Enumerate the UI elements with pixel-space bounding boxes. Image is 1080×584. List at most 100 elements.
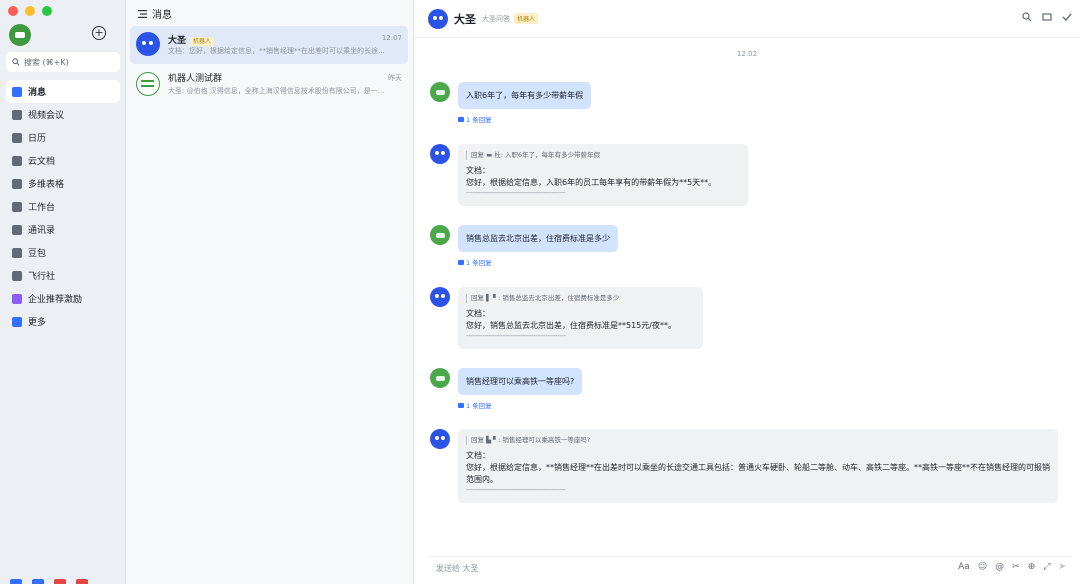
conversation-item[interactable]: 机器人测试群 昨天 大圣: @伯格 汉得信息，全称上海汉得信息技术股份有限公司，…: [130, 66, 408, 104]
bot-answer: 您好，根据给定信息，**销售经理**在出差时可以乘坐的长途交通工具包括：普通火车…: [466, 463, 1050, 484]
search-input[interactable]: 搜索 (⌘+K): [6, 52, 120, 72]
bot-label: 文档：: [466, 451, 490, 460]
scissors-icon[interactable]: ✂: [1012, 562, 1020, 572]
conversation-list-title: 消息: [152, 10, 172, 21]
minimize-window-button[interactable]: [25, 6, 35, 16]
sidebar-item[interactable]: 通讯录: [6, 218, 120, 241]
sidebar-item[interactable]: 飞行社: [6, 264, 120, 287]
replies-link[interactable]: 1 条回复: [458, 400, 492, 410]
reply-icon: [458, 259, 464, 265]
time-separator: 12:02: [736, 50, 758, 58]
sidebar-item[interactable]: 多维表格: [6, 172, 120, 195]
avatar-eye: [441, 151, 445, 155]
search-icon[interactable]: [1022, 12, 1032, 22]
maximize-window-button[interactable]: [42, 6, 52, 16]
user-avatar[interactable]: [9, 24, 31, 46]
conversation-time: 12:07: [381, 33, 402, 42]
sidebar: + 搜索 (⌘+K) 消息视频会议日历云文档 多维表格工作台通讯录豆包飞行社企业推…: [0, 0, 126, 584]
user-bubble[interactable]: 销售经理可以乘高铁一等座吗?: [458, 368, 583, 395]
sidebar-item-label: 视频会议: [28, 111, 65, 121]
user-message: 入职6年了，每年有多少带薪年假: [430, 82, 592, 109]
user-message: 销售总监去北京出差，住宿费标准是多少: [430, 225, 618, 252]
chat-subtitle: 大圣问答: [482, 14, 510, 23]
search-placeholder: 搜索 (⌘+K): [24, 57, 69, 67]
sidebar-item[interactable]: 企业推荐激励: [6, 287, 120, 310]
replies-link[interactable]: 1 条回复: [458, 114, 492, 124]
send-icon[interactable]: ➤: [1058, 562, 1066, 572]
bot-avatar[interactable]: [430, 287, 450, 307]
sidebar-item-label: 飞行社: [28, 272, 56, 282]
emoji-icon[interactable]: ☺: [978, 562, 987, 572]
bot-answer: 您好，根据给定信息，入职6年的员工每年享有的带薪年假为**5天**。: [466, 178, 717, 187]
sidebar-item-label: 通讯录: [28, 226, 56, 236]
bottom-app-icon[interactable]: [54, 579, 66, 584]
close-window-button[interactable]: [8, 6, 18, 16]
expand-icon[interactable]: ⤢: [1043, 562, 1050, 572]
conversation-preview: 大圣: @伯格 汉得信息，全称上海汉得信息技术股份有限公司，是一...: [168, 87, 385, 95]
replies-count: 1 条回复: [466, 402, 492, 410]
bot-avatar[interactable]: [428, 8, 448, 29]
sidebar-item[interactable]: 日历: [6, 126, 120, 149]
replies-link[interactable]: 1 条回复: [458, 257, 492, 267]
reply-quote: 回复 ▬ 杜: 入职6年了，每年有多少带薪年假: [466, 151, 740, 160]
contacts-icon: [12, 224, 22, 235]
conversation-preview: 文档：您好，根据给定信息，**销售经理**在出差时可以乘坐的长途...: [168, 47, 385, 55]
bottom-app-icon[interactable]: [76, 579, 88, 584]
user-message: 销售经理可以乘高铁一等座吗?: [430, 368, 583, 395]
add-icon[interactable]: +: [92, 26, 106, 40]
mention-icon[interactable]: @: [995, 562, 1004, 572]
user-bubble[interactable]: 入职6年了，每年有多少带薪年假: [458, 82, 592, 109]
sidebar-bottom-icons: [10, 579, 88, 584]
avatar-eye: [441, 294, 445, 298]
table-icon: [12, 178, 22, 189]
reply-quote: 回复 ▙ ▘: 销售经理可以乘高铁一等座吗?: [466, 436, 1050, 445]
sidebar-item[interactable]: 消息: [6, 80, 120, 103]
avatar-eye: [435, 436, 439, 440]
sidebar-item[interactable]: 云文档: [6, 149, 120, 172]
plus-icon[interactable]: ⊕: [1028, 562, 1036, 572]
replies-count: 1 条回复: [466, 259, 492, 267]
sidebar-item[interactable]: 豆包: [6, 241, 120, 264]
bot-avatar[interactable]: [430, 144, 450, 164]
sidebar-item[interactable]: 工作台: [6, 195, 120, 218]
bot-message: 回复 ▌ ▘: 销售总监去北京出差，住宿费标准是多少 文档： 您好，销售总监去北…: [430, 287, 703, 349]
sidebar-nav: 消息视频会议日历云文档 多维表格工作台通讯录豆包飞行社企业推荐激励 更多: [6, 80, 120, 333]
chat-history-icon[interactable]: [1042, 12, 1052, 22]
avatar-eye: [441, 436, 445, 440]
bot-divider: ----------------------------------------…: [466, 189, 566, 197]
bot-bubble[interactable]: 回复 ▙ ▘: 销售经理可以乘高铁一等座吗? 文档： 您好，根据给定信息，**销…: [458, 429, 1058, 503]
avatar-eye: [435, 151, 439, 155]
sidebar-item[interactable]: 更多: [6, 310, 120, 333]
check-icon[interactable]: [1062, 12, 1072, 22]
message-icon: [12, 86, 22, 97]
sidebar-item-label: 日历: [28, 134, 47, 144]
community-icon: [12, 270, 22, 281]
bot-bubble[interactable]: 回复 ▌ ▘: 销售总监去北京出差，住宿费标准是多少 文档： 您好，销售总监去北…: [458, 287, 703, 349]
more-icon: [12, 316, 22, 327]
bot-divider: ----------------------------------------…: [466, 332, 566, 340]
format-text-icon[interactable]: Aa: [958, 562, 970, 572]
user-avatar[interactable]: [430, 368, 450, 388]
message-input[interactable]: 发送给 大圣 Aa ☺ @ ✂ ⊕ ⤢ ➤: [428, 556, 1072, 580]
user-avatar[interactable]: [430, 225, 450, 245]
bottom-app-icon[interactable]: [32, 579, 44, 584]
sidebar-item-label: 工作台: [28, 203, 56, 213]
avatar-eye: [433, 15, 437, 20]
window-controls: [8, 6, 52, 16]
conversation-item[interactable]: 大圣 机器人 12:07 文档：您好，根据给定信息，**销售经理**在出差时可以乘…: [130, 26, 408, 64]
reply-quote: 回复 ▌ ▘: 销售总监去北京出差，住宿费标准是多少: [466, 294, 695, 303]
list-icon[interactable]: [138, 9, 147, 18]
bot-bubble[interactable]: 回复 ▬ 杜: 入职6年了，每年有多少带薪年假 文档： 您好，根据给定信息，入职…: [458, 144, 748, 206]
workspace-icon: [12, 201, 22, 212]
user-bubble[interactable]: 销售总监去北京出差，住宿费标准是多少: [458, 225, 618, 252]
reply-icon: [458, 402, 464, 408]
conversation-list: 消息 大圣 机器人 12:07 文档：您好，根据给定信息，**销售经理**在出差时…: [126, 0, 414, 584]
bottom-app-icon[interactable]: [10, 579, 22, 584]
user-avatar[interactable]: [430, 82, 450, 102]
search-icon: [12, 58, 20, 66]
sidebar-item-label: 消息: [28, 88, 47, 98]
bot-message: 回复 ▬ 杜: 入职6年了，每年有多少带薪年假 文档： 您好，根据给定信息，入职…: [430, 144, 748, 206]
sidebar-item-label: 豆包: [28, 249, 47, 259]
bot-avatar[interactable]: [430, 429, 450, 449]
sidebar-item[interactable]: 视频会议: [6, 103, 120, 126]
